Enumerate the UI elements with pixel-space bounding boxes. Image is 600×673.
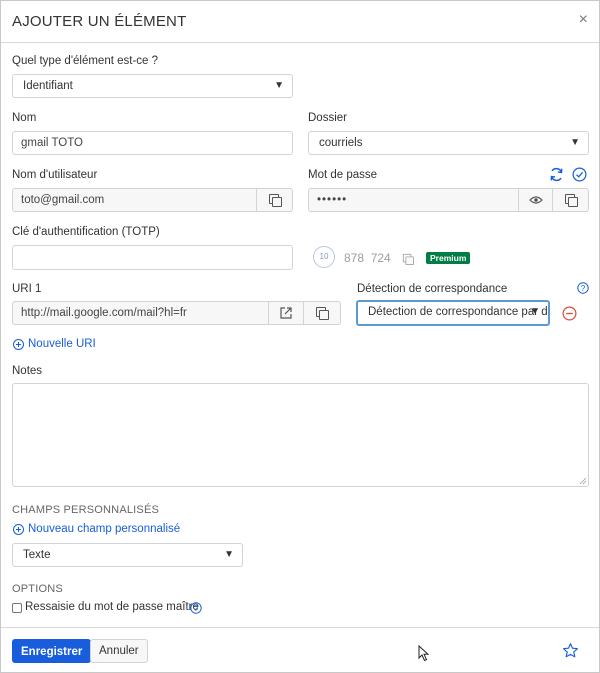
new-custom-field-link[interactable]: Nouveau champ personnalisé bbox=[13, 523, 180, 535]
mouse-cursor-icon bbox=[418, 645, 430, 662]
svg-text:?: ? bbox=[194, 604, 199, 613]
dialog-header: AJOUTER UN ÉLÉMENT × bbox=[1, 1, 599, 43]
chevron-down-icon: ▼ bbox=[570, 137, 580, 148]
item-type-value: Identifiant bbox=[23, 80, 73, 92]
notes-textarea[interactable] bbox=[12, 383, 589, 487]
copy-icon bbox=[316, 307, 329, 320]
resize-handle-icon[interactable] bbox=[579, 477, 587, 485]
chevron-down-icon: ▼ bbox=[224, 549, 234, 560]
reprompt-label: Ressaisie du mot de passe maître bbox=[25, 601, 199, 613]
item-type-select[interactable]: Identifiant ▼ bbox=[12, 74, 293, 98]
totp-countdown: 10 bbox=[313, 246, 335, 268]
toggle-visibility-button[interactable] bbox=[519, 188, 553, 212]
check-password-icon[interactable] bbox=[572, 167, 587, 182]
dialog-title: AJOUTER UN ÉLÉMENT bbox=[12, 13, 187, 30]
name-label: Nom bbox=[12, 112, 37, 124]
close-icon[interactable]: × bbox=[579, 11, 588, 29]
password-label: Mot de passe bbox=[308, 169, 378, 181]
chevron-down-icon: ▼ bbox=[530, 306, 540, 317]
help-icon[interactable]: ? bbox=[577, 282, 589, 294]
svg-text:?: ? bbox=[581, 284, 586, 293]
add-item-dialog: AJOUTER UN ÉLÉMENT × Quel type d'élément… bbox=[0, 0, 600, 673]
uri-label: URI 1 bbox=[12, 283, 42, 295]
folder-label: Dossier bbox=[308, 112, 347, 124]
cancel-button[interactable]: Annuler bbox=[90, 639, 148, 663]
custom-field-type-select[interactable]: Texte ▼ bbox=[12, 543, 243, 567]
uri-input[interactable]: http://mail.google.com/mail?hl=fr bbox=[12, 301, 269, 325]
star-icon[interactable] bbox=[562, 642, 579, 659]
reprompt-checkbox[interactable] bbox=[12, 603, 22, 613]
copy-totp-icon[interactable] bbox=[402, 253, 414, 265]
match-detection-label: Détection de correspondance bbox=[357, 283, 508, 295]
copy-username-button[interactable] bbox=[257, 188, 293, 212]
generate-password-icon[interactable] bbox=[549, 167, 564, 182]
dialog-footer: Enregistrer Annuler bbox=[1, 627, 599, 673]
totp-label: Clé d'authentification (TOTP) bbox=[12, 226, 160, 238]
help-icon[interactable]: ? bbox=[190, 602, 202, 614]
launch-uri-button[interactable] bbox=[269, 301, 304, 325]
new-uri-link[interactable]: Nouvelle URI bbox=[13, 338, 96, 350]
match-detection-select[interactable]: Détection de correspondance par défaut ▼ bbox=[356, 300, 550, 326]
new-custom-field-label: Nouveau champ personnalisé bbox=[28, 523, 181, 535]
totp-code: 878 724 bbox=[344, 251, 391, 265]
plus-circle-icon bbox=[13, 523, 24, 535]
new-uri-label: Nouvelle URI bbox=[28, 338, 96, 350]
username-label: Nom d'utilisateur bbox=[12, 169, 98, 181]
folder-value: courriels bbox=[319, 137, 363, 149]
folder-select[interactable]: courriels ▼ bbox=[308, 131, 589, 155]
copy-icon bbox=[268, 194, 282, 207]
copy-uri-button[interactable] bbox=[304, 301, 341, 325]
name-input[interactable]: gmail TOTO bbox=[12, 131, 293, 155]
premium-badge: Premium bbox=[426, 252, 471, 264]
username-input[interactable]: toto@gmail.com bbox=[12, 188, 257, 212]
copy-icon bbox=[564, 194, 578, 207]
chevron-down-icon: ▼ bbox=[274, 80, 284, 91]
match-detection-value: Détection de correspondance par défaut bbox=[368, 306, 548, 318]
item-type-label: Quel type d'élément est-ce ? bbox=[12, 55, 159, 67]
remove-uri-icon[interactable] bbox=[562, 306, 577, 321]
plus-circle-icon bbox=[13, 338, 24, 350]
external-link-icon bbox=[280, 307, 292, 319]
custom-fields-heading: CHAMPS PERSONNALISÉS bbox=[12, 504, 160, 516]
totp-input[interactable] bbox=[12, 245, 293, 270]
password-input[interactable]: •••••• bbox=[308, 188, 519, 212]
save-button[interactable]: Enregistrer bbox=[12, 639, 92, 663]
custom-field-type-value: Texte bbox=[23, 549, 51, 561]
notes-label: Notes bbox=[12, 365, 43, 377]
options-heading: OPTIONS bbox=[12, 583, 63, 595]
copy-password-button[interactable] bbox=[553, 188, 589, 212]
eye-icon bbox=[528, 196, 543, 204]
